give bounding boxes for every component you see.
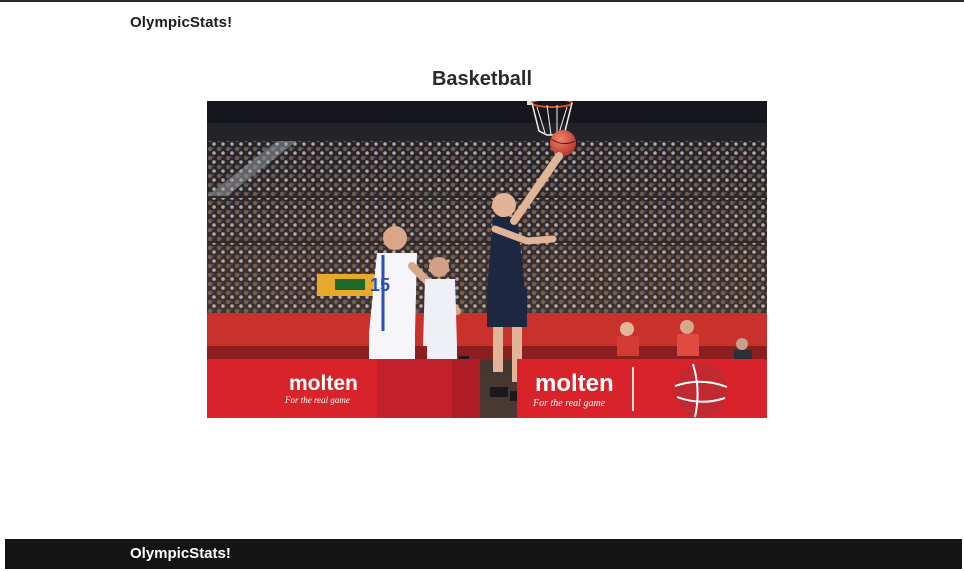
- footer-brand-link[interactable]: OlympicStats!: [130, 545, 231, 562]
- page-title: Basketball: [431, 68, 533, 90]
- sport-image: 15 molten For the real game molten For t…: [207, 101, 767, 418]
- jersey-number: 15: [370, 275, 390, 295]
- footer: OlympicStats!: [5, 539, 962, 569]
- header-brand-link[interactable]: OlympicStats!: [130, 14, 232, 31]
- ad-brand-right: molten: [535, 370, 614, 397]
- page: OlympicStats! Basketball 15 molten For t…: [0, 0, 964, 571]
- basketball-photo-illustration: 15 molten For the real game molten For t…: [207, 101, 767, 418]
- ad-brand-left: molten: [289, 372, 358, 395]
- ad-tagline-left: For the real game: [284, 395, 350, 405]
- top-border: [0, 0, 964, 2]
- ad-tagline-right: For the real game: [532, 398, 606, 409]
